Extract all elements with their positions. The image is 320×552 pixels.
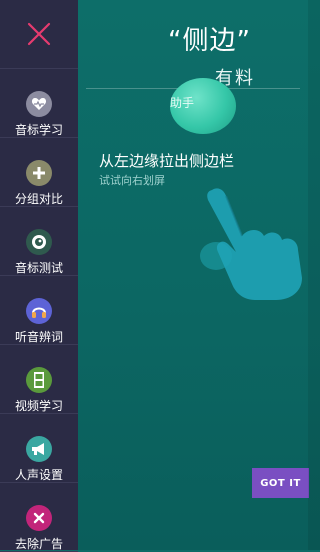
close-icon[interactable] (26, 21, 52, 47)
sidebar-item-phonetics-learning[interactable]: 音标学习 (0, 69, 78, 138)
sidebar-item-voice-settings[interactable]: 人声设置 (0, 414, 78, 483)
close-button[interactable] (0, 0, 78, 69)
got-it-button[interactable]: GOT IT (252, 468, 309, 498)
heart-icon (26, 91, 52, 117)
plus-icon (26, 160, 52, 186)
sidebar-item-label: 音标测试 (14, 261, 63, 275)
megaphone-icon (26, 436, 52, 462)
sidebar-item-group-compare[interactable]: 分组对比 (0, 138, 78, 207)
sidebar-item-listen-words[interactable]: 听音辨词 (0, 276, 78, 345)
sidebar-item-remove-ads[interactable]: 去除广告 (0, 483, 78, 552)
tutorial-overlay: “侧边” 有料 助手 从左边缘拉出侧边栏 试试向右划屏 GOT IT (78, 0, 320, 550)
headphones-icon (26, 298, 52, 324)
sidebar-item-label: 视频学习 (14, 399, 63, 413)
sidebar-item-label: 人声设置 (14, 468, 63, 482)
bubble-label: 助手 (170, 96, 195, 110)
swipe-hand-icon (200, 188, 302, 300)
sidebar-item-label: 听音辨词 (14, 330, 63, 344)
sidebar-item-phonetics-test[interactable]: 音标测试 (0, 207, 78, 276)
hint-subtitle: 试试向右划屏 (99, 174, 165, 187)
eye-icon (26, 229, 52, 255)
sidebar-item-label: 音标学习 (14, 123, 63, 137)
sidebar: 音标学习 分组对比 音标测试 听音辨词 视频学习 人声设置 去除广告 (0, 0, 78, 552)
sidebar-item-label: 去除广告 (14, 537, 63, 551)
sidebar-item-label: 分组对比 (14, 192, 63, 206)
tutorial-heading: “侧边” (168, 26, 251, 56)
remove-icon (26, 505, 52, 531)
sidebar-item-video-learning[interactable]: 视频学习 (0, 345, 78, 414)
film-icon (26, 367, 52, 393)
hint-title: 从左边缘拉出侧边栏 (99, 152, 235, 170)
